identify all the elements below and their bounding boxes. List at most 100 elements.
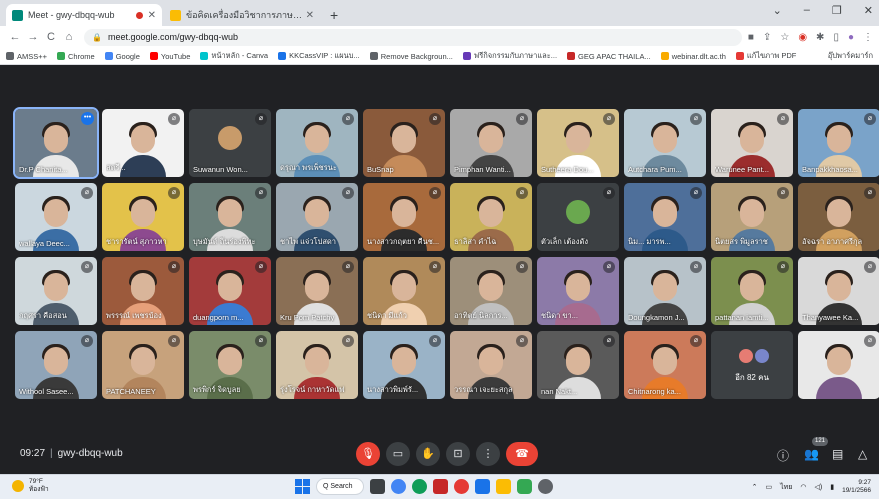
bookmark-item[interactable]: Remove Backgroun... [369,52,453,61]
back-icon[interactable]: ← [6,31,24,43]
participant-tile[interactable]: ⌀ Autchara Pum... [624,109,706,177]
participant-tile[interactable]: ⌀ ดรุณา พรเพ็ชรนะ [276,109,358,177]
task-view-icon[interactable] [370,479,385,494]
activities-icon[interactable]: △ [858,447,867,461]
others-tile[interactable]: อีก 82 คน [711,331,793,399]
bookmark-item[interactable]: GEG APAC THAILA... [567,52,651,61]
participant-tile[interactable]: ⌀ อัจฉรา อาภาศรีกุล [798,183,879,251]
tab-search-icon[interactable]: ⌄ [773,4,782,17]
battery-icon[interactable]: ▮ [830,483,834,491]
menu-icon[interactable]: ⋮ [863,32,873,43]
close-tab-icon[interactable]: ✕ [306,10,314,21]
bookmark-item[interactable]: webinar.dlt.ac.th [660,52,726,61]
participant-tile[interactable]: ⌀ นางสาวกฤตยา คืนช... [363,183,445,251]
photos-icon[interactable] [454,479,469,494]
participant-tile[interactable]: ⌀ ชนิดา มีแก้ว [363,257,445,325]
pdf-icon[interactable] [433,479,448,494]
participant-tile[interactable]: ⌀ รุ่งโรจน์ กาหาวัดแฟ [276,331,358,399]
participant-tile[interactable]: ⌀ Withool Sasee... [15,331,97,399]
chevron-up-icon[interactable]: ⌃ [752,483,758,491]
participant-tile[interactable]: ⌀ สตรี... [102,109,184,177]
bookmark-item[interactable]: ฟรีกิจกรรมกับภาษาและ... [462,50,557,62]
star-icon[interactable]: ☆ [780,32,789,43]
participant-tile[interactable]: ⌀ wallaya Deec... [15,183,97,251]
participant-tile[interactable]: ⌀ Suwanun Won... [189,109,271,177]
participant-tile[interactable]: ⌀ กฤศรา คือสอน [15,257,97,325]
forward-icon[interactable]: → [24,31,42,43]
bookmark-item[interactable]: YouTube [149,52,190,61]
participant-tile[interactable]: ⌀ วรรณา เจะยะสกุล [450,331,532,399]
participant-tile[interactable]: ⌀ พรรรณ์ เพชรบ้อง [102,257,184,325]
participant-tile[interactable]: ⌀ Sutheera Dou... [537,109,619,177]
participant-tile[interactable]: ⌀ BuSnap [363,109,445,177]
people-icon[interactable]: 👥 [804,447,819,461]
taskbar-search[interactable]: Q Search [316,478,364,495]
more-options-icon[interactable]: ••• [81,112,94,125]
participant-tile[interactable]: ⌀ ธาลิสา คำไฉ [450,183,532,251]
share-icon[interactable]: ⇪ [763,32,771,43]
bookmark-item[interactable]: KKCassVIP : แผนบ... [278,50,360,62]
home-icon[interactable]: ⌂ [60,31,78,43]
extension-icon[interactable]: ◉ [798,32,807,43]
mic-off-icon[interactable]: 🎙 [356,442,380,466]
reload-icon[interactable]: C [42,31,60,43]
all-bookmarks[interactable]: อุ๊ปพาร์คมาร์ก [828,50,873,62]
participant-tile[interactable]: ⌀ นางสาวพิมพ์รั... [363,331,445,399]
edge-icon[interactable] [412,479,427,494]
participant-tile[interactable]: ⌀ pattanan iamti... [711,257,793,325]
bookmark-item[interactable]: หน้าหลัก - Canva [200,50,268,62]
taskbar-clock[interactable]: 9:27 19/1/2566 [842,479,871,495]
more-options-icon[interactable]: ⋮ [476,442,500,466]
participant-tile[interactable]: ⌀ nan Nakt... [537,331,619,399]
participant-tile[interactable]: ⌀ ชารารัตน์ สุภาวหา [102,183,184,251]
close-window-icon[interactable]: ✕ [864,4,873,17]
line-icon[interactable] [517,479,532,494]
close-tab-icon[interactable]: ✕ [148,10,156,21]
volume-icon[interactable]: ◁) [815,483,823,491]
participant-tile[interactable]: ⌀ อาทิตย์ นิลการ... [450,257,532,325]
participant-tile[interactable]: ⌀ ตัวเล็ก เต้องดัง [537,183,619,251]
bookmark-item[interactable]: AMSS++ [6,52,47,61]
participant-tile[interactable]: ⌀ นิตยสร พิมูลราช [711,183,793,251]
chrome-icon[interactable] [391,479,406,494]
language-indicator[interactable]: ไทย [780,482,792,493]
participant-tile[interactable]: ⌀ Pimphan Wanti... [450,109,532,177]
present-icon[interactable]: ⊡ [446,442,470,466]
participant-tile[interactable]: ⌀ ชาไพ แจ่วโปสดา [276,183,358,251]
bookmark-item[interactable]: Chrome [57,52,95,61]
tab-docs[interactable]: ข้อคิดเครื่องมือวิชาการภาษาไทย2564 - ...… [164,4,320,26]
leave-call-button[interactable]: ☎ [506,442,538,466]
file-explorer-icon[interactable] [496,479,511,494]
camera-icon[interactable]: ■ [748,32,754,43]
profile-icon[interactable]: ● [848,32,854,43]
participant-tile[interactable]: ⌀ Kru Pom Patchy [276,257,358,325]
settings-icon[interactable] [538,479,553,494]
participant-tile[interactable]: ⌀ นิม... มารพ... [624,183,706,251]
participant-tile[interactable]: ⌀ [798,331,879,399]
display-icon[interactable]: ▭ [766,483,773,491]
bookmark-item[interactable]: แก้ไขภาพ PDF [735,50,796,62]
participant-tile[interactable]: ⌀ Banpakkhaosa... [798,109,879,177]
participant-tile[interactable]: ⌀ duangporn m... [189,257,271,325]
participant-tile[interactable]: ⌀ พรพิกร์ จิดบูลย [189,331,271,399]
info-icon[interactable]: ⓘ [777,447,789,464]
chat-icon[interactable]: ▤ [832,447,843,461]
wifi-icon[interactable]: ◠ [800,483,806,491]
participant-tile[interactable]: ⌀ Thanyawee Ka... [798,257,879,325]
puzzle-icon[interactable]: ✱ [816,32,824,43]
store-icon[interactable] [475,479,490,494]
tab-meet[interactable]: Meet - gwy-dbqq-wub ✕ [6,4,162,26]
participant-tile[interactable]: ⌀ บุษมันต์ ถิ่นร่องพิทะ [189,183,271,251]
sidebar-icon[interactable]: ▯ [833,32,839,43]
participant-tile[interactable]: ⌀ Doungkamon J... [624,257,706,325]
camera-icon[interactable]: ▭ [386,442,410,466]
address-bar[interactable]: 🔒 meet.google.com/gwy-dbqq-wub [84,28,742,46]
participant-tile[interactable]: ⌀ PATCHANEEY [102,331,184,399]
bookmark-item[interactable]: Google [104,52,140,61]
windows-start-icon[interactable] [295,479,310,494]
raise-hand-icon[interactable]: ✋ [416,442,440,466]
restore-icon[interactable]: ❐ [832,4,842,17]
new-tab-button[interactable]: + [322,7,346,26]
lock-icon[interactable]: 🔒 [92,33,102,42]
participant-tile[interactable]: ⌀ Warunee Pant... [711,109,793,177]
